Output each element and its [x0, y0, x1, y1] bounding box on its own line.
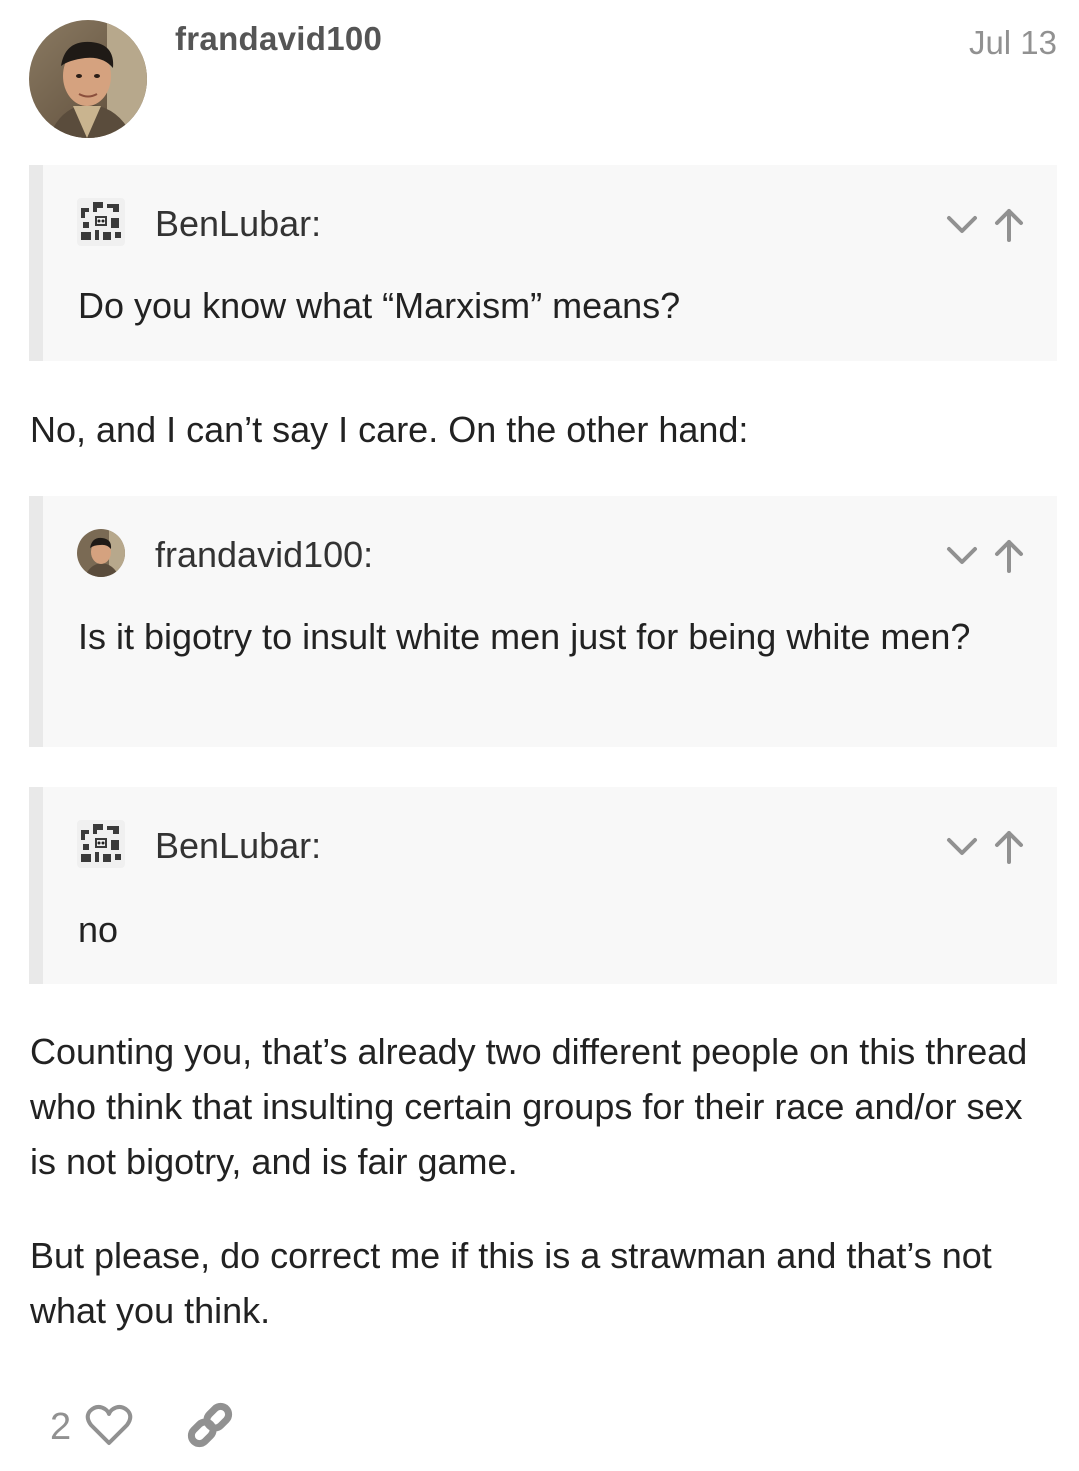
quote-avatar — [77, 820, 125, 868]
arrow-up-icon[interactable] — [993, 829, 1025, 870]
post: frandavid100 Jul 13 BenLubar: Do you kno… — [0, 0, 1079, 1471]
arrow-up-icon[interactable] — [993, 207, 1025, 248]
post-paragraph: But please, do correct me if this is a s… — [30, 1235, 992, 1331]
quote-block: BenLubar: Do you know what “Marxism” mea… — [29, 165, 1057, 361]
quote-text: no — [78, 909, 119, 950]
quote-author[interactable]: BenLubar: — [155, 203, 321, 245]
link-icon[interactable] — [185, 1400, 235, 1455]
quote-avatar — [77, 198, 125, 246]
avatar[interactable] — [29, 20, 147, 138]
chevron-down-icon[interactable] — [945, 210, 979, 245]
like-count[interactable]: 2 — [50, 1406, 71, 1449]
post-actions: 2 — [50, 1400, 235, 1455]
quote-controls — [945, 207, 1025, 248]
quote-controls — [945, 829, 1025, 870]
post-username[interactable]: frandavid100 — [175, 20, 382, 58]
quote-controls — [945, 538, 1025, 579]
quote-avatar — [77, 529, 125, 577]
quote-block: frandavid100: Is it bigotry to insult wh… — [29, 496, 1057, 747]
chevron-down-icon[interactable] — [945, 832, 979, 867]
quote-author[interactable]: frandavid100: — [155, 534, 373, 576]
post-date[interactable]: Jul 13 — [969, 24, 1057, 62]
post-paragraph: No, and I can’t say I care. On the other… — [30, 409, 749, 450]
quote-author[interactable]: BenLubar: — [155, 825, 321, 867]
quote-text: Is it bigotry to insult white men just f… — [78, 616, 971, 657]
post-paragraph: Counting you, that’s already two differe… — [30, 1031, 1028, 1182]
chevron-down-icon[interactable] — [945, 541, 979, 576]
arrow-up-icon[interactable] — [993, 538, 1025, 579]
quote-block: BenLubar: no — [29, 787, 1057, 984]
quote-text: Do you know what “Marxism” means? — [78, 285, 681, 326]
heart-icon[interactable] — [85, 1403, 133, 1452]
